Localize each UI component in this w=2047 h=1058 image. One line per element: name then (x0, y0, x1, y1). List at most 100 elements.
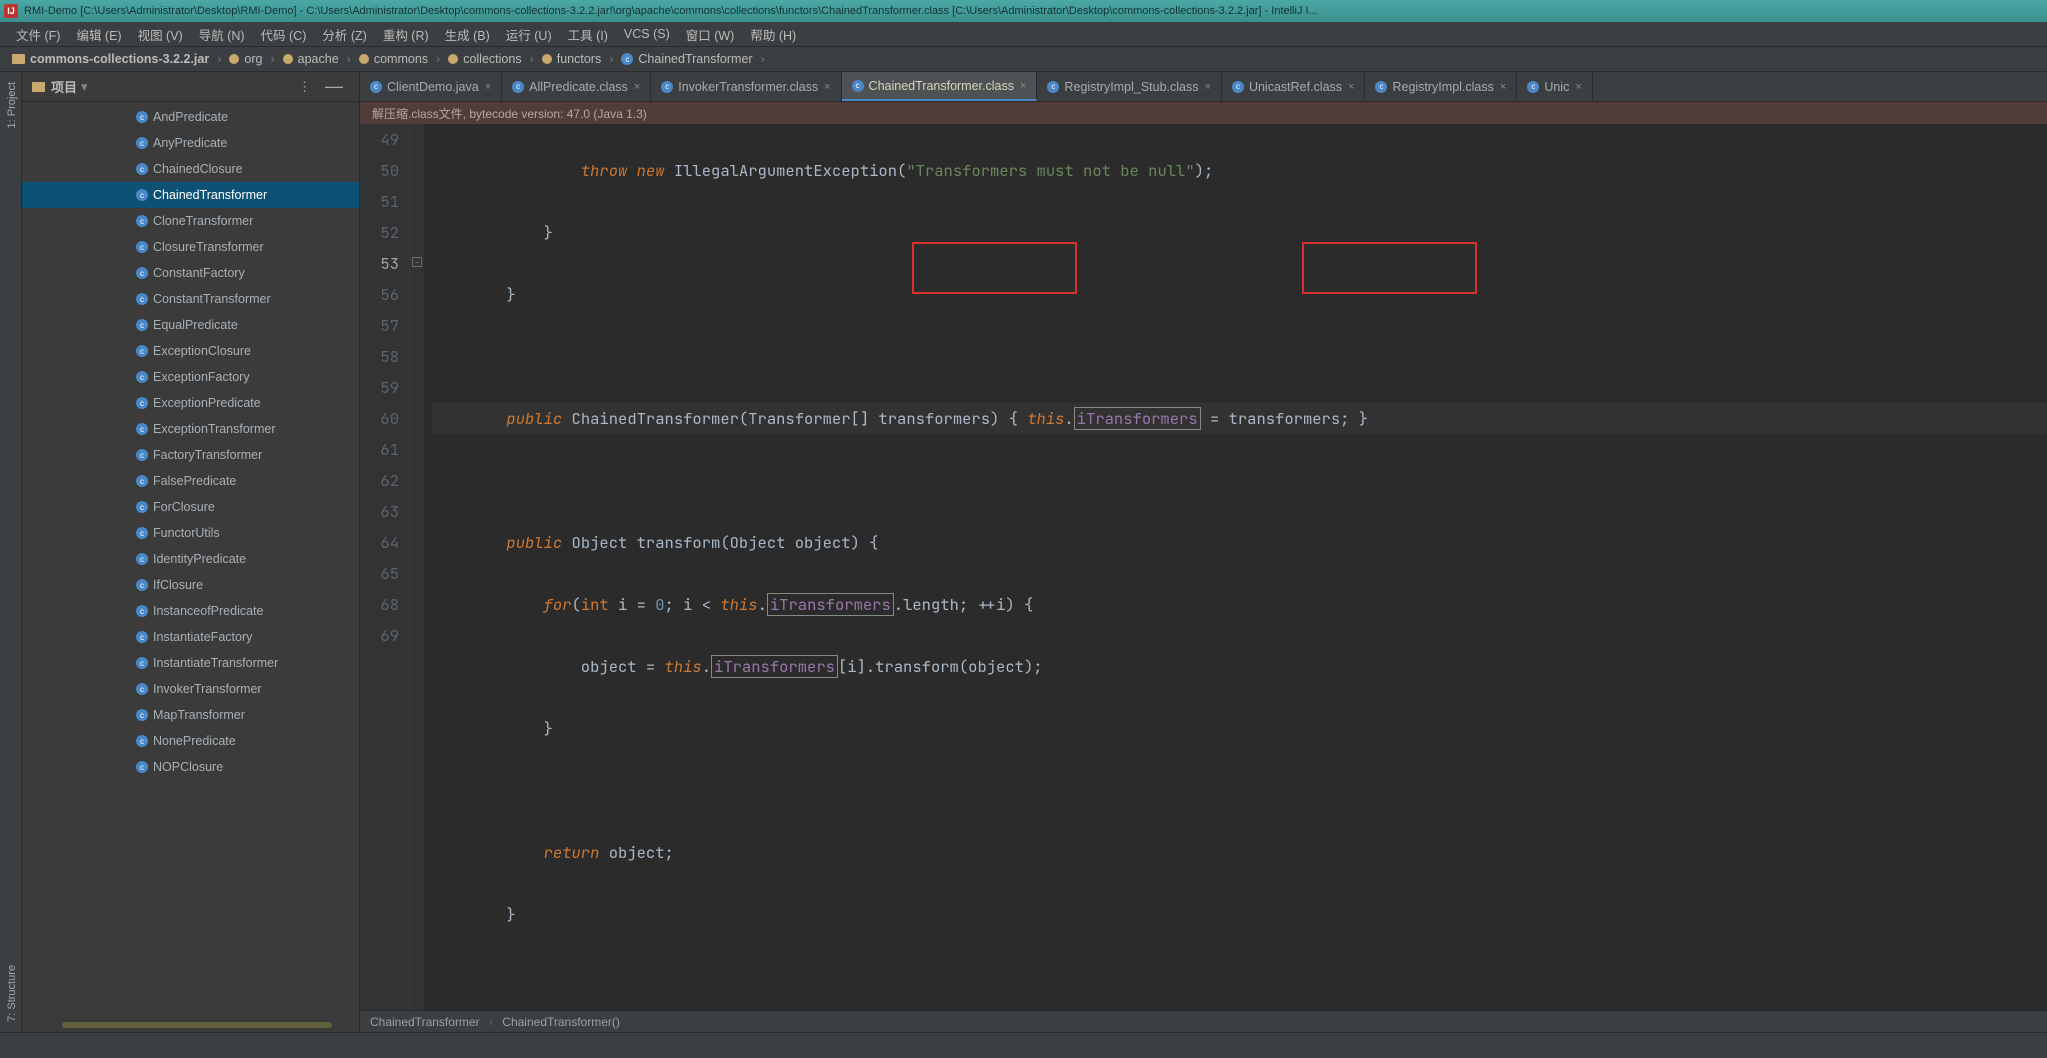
menu-vcs[interactable]: VCS (S) (616, 24, 678, 44)
menu-view[interactable]: 视图 (V) (130, 22, 191, 47)
close-icon[interactable]: × (1575, 81, 1581, 93)
class-icon: c (136, 501, 148, 513)
line-number[interactable]: 69 (360, 620, 399, 651)
class-icon: c (852, 80, 864, 92)
editor-tab[interactable]: cInvokerTransformer.class× (651, 72, 841, 101)
tree-item[interactable]: cMapTransformer (22, 702, 359, 728)
tool-structure-tab[interactable]: 7: Structure (0, 955, 21, 1032)
line-number[interactable]: 61 (360, 434, 399, 465)
tree-item[interactable]: cInstantiateTransformer (22, 650, 359, 676)
breadcrumb[interactable]: functors (538, 52, 605, 66)
menu-code[interactable]: 代码 (C) (253, 22, 315, 47)
menu-build[interactable]: 生成 (B) (437, 22, 498, 47)
chevron-down-icon[interactable]: ▾ (81, 79, 88, 95)
breadcrumb[interactable]: commons (355, 52, 432, 66)
breadcrumb[interactable]: apache (279, 52, 343, 66)
editor-tab[interactable]: cChainedTransformer.class× (842, 72, 1038, 101)
tree-item[interactable]: cConstantTransformer (22, 286, 359, 312)
line-number[interactable]: 51 (360, 186, 399, 217)
close-icon[interactable]: × (1500, 81, 1506, 93)
tree-item[interactable]: cExceptionClosure (22, 338, 359, 364)
breadcrumb-item[interactable]: ChainedTransformer (370, 1015, 480, 1029)
menu-refactor[interactable]: 重构 (R) (375, 22, 437, 47)
fold-marker-icon[interactable]: - (412, 257, 422, 267)
line-number[interactable]: 58 (360, 341, 399, 372)
tree-item-label: AnyPredicate (153, 136, 227, 150)
class-icon: c (136, 553, 148, 565)
close-icon[interactable]: × (1020, 80, 1026, 92)
editor-tab[interactable]: cUnic× (1517, 72, 1592, 101)
fold-column[interactable]: - (410, 124, 424, 1010)
tree-item[interactable]: cNOPClosure (22, 754, 359, 780)
line-number[interactable]: 53 (360, 248, 399, 279)
tree-item[interactable]: cCloneTransformer (22, 208, 359, 234)
tree-item[interactable]: cExceptionPredicate (22, 390, 359, 416)
line-number[interactable]: 60 (360, 403, 399, 434)
menu-file[interactable]: 文件 (F) (8, 22, 68, 47)
tree-item[interactable]: cInvokerTransformer (22, 676, 359, 702)
close-icon[interactable]: × (1205, 81, 1211, 93)
line-number[interactable]: 56 (360, 279, 399, 310)
tree-item[interactable]: cForClosure (22, 494, 359, 520)
tree-item[interactable]: cExceptionFactory (22, 364, 359, 390)
tree-item[interactable]: cFalsePredicate (22, 468, 359, 494)
tree-item[interactable]: cChainedClosure (22, 156, 359, 182)
breadcrumb-item[interactable]: ChainedTransformer() (502, 1015, 620, 1029)
tree-item[interactable]: cConstantFactory (22, 260, 359, 286)
menu-analyze[interactable]: 分析 (Z) (314, 22, 374, 47)
tree-item[interactable]: cAnyPredicate (22, 130, 359, 156)
editor-tab[interactable]: cClientDemo.java× (360, 72, 502, 101)
tree-item[interactable]: cAndPredicate (22, 104, 359, 130)
tree-item[interactable]: cIfClosure (22, 572, 359, 598)
tree-item[interactable]: cFactoryTransformer (22, 442, 359, 468)
tree-item[interactable]: cIdentityPredicate (22, 546, 359, 572)
tree-item[interactable]: cExceptionTransformer (22, 416, 359, 442)
project-tree[interactable]: cAndPredicatecAnyPredicatecChainedClosur… (22, 102, 359, 1032)
tree-item[interactable]: cClosureTransformer (22, 234, 359, 260)
scrollbar-horizontal[interactable] (62, 1022, 332, 1028)
menu-run[interactable]: 运行 (U) (498, 22, 560, 47)
tree-item[interactable]: cNonePredicate (22, 728, 359, 754)
code-editor[interactable]: 4950515253565758596061626364656869 - thr… (360, 124, 2047, 1010)
tree-item[interactable]: cInstantiateFactory (22, 624, 359, 650)
breadcrumb[interactable]: org (225, 52, 266, 66)
editor-tab[interactable]: cRegistryImpl_Stub.class× (1037, 72, 1222, 101)
line-number[interactable]: 64 (360, 527, 399, 558)
line-number[interactable]: 59 (360, 372, 399, 403)
close-icon[interactable]: × (824, 81, 830, 93)
editor-tab[interactable]: cRegistryImpl.class× (1365, 72, 1517, 101)
class-icon: c (1232, 81, 1244, 93)
panel-options-button[interactable]: ⋮ (292, 79, 319, 95)
breadcrumb[interactable]: commons-collections-3.2.2.jar (8, 52, 213, 66)
line-gutter[interactable]: 4950515253565758596061626364656869 (360, 124, 410, 1010)
line-number[interactable]: 50 (360, 155, 399, 186)
panel-minimize-button[interactable]: — (319, 76, 349, 97)
line-number[interactable]: 57 (360, 310, 399, 341)
close-icon[interactable]: × (634, 81, 640, 93)
project-title[interactable]: 项目 (51, 77, 77, 96)
tree-item[interactable]: cEqualPredicate (22, 312, 359, 338)
line-number[interactable]: 63 (360, 496, 399, 527)
menu-help[interactable]: 帮助 (H) (742, 22, 804, 47)
breadcrumb[interactable]: cChainedTransformer (617, 52, 756, 66)
breadcrumb[interactable]: collections (444, 52, 525, 66)
line-number[interactable]: 65 (360, 558, 399, 589)
tree-item[interactable]: cFunctorUtils (22, 520, 359, 546)
line-number[interactable]: 62 (360, 465, 399, 496)
menu-navigate[interactable]: 导航 (N) (191, 22, 253, 47)
code-content[interactable]: throw new IllegalArgumentException("Tran… (424, 124, 2047, 1010)
tree-item[interactable]: cChainedTransformer (22, 182, 359, 208)
menu-tools[interactable]: 工具 (I) (560, 22, 616, 47)
menu-window[interactable]: 窗口 (W) (678, 22, 743, 47)
chevron-right-icon: › (343, 52, 355, 66)
tree-item[interactable]: cInstanceofPredicate (22, 598, 359, 624)
line-number[interactable]: 49 (360, 124, 399, 155)
tool-project-tab[interactable]: 1: Project (0, 72, 21, 138)
line-number[interactable]: 52 (360, 217, 399, 248)
editor-tab[interactable]: cAllPredicate.class× (502, 72, 651, 101)
editor-tab[interactable]: cUnicastRef.class× (1222, 72, 1366, 101)
close-icon[interactable]: × (1348, 81, 1354, 93)
close-icon[interactable]: × (485, 81, 491, 93)
line-number[interactable]: 68 (360, 589, 399, 620)
menu-edit[interactable]: 编辑 (E) (68, 22, 129, 47)
